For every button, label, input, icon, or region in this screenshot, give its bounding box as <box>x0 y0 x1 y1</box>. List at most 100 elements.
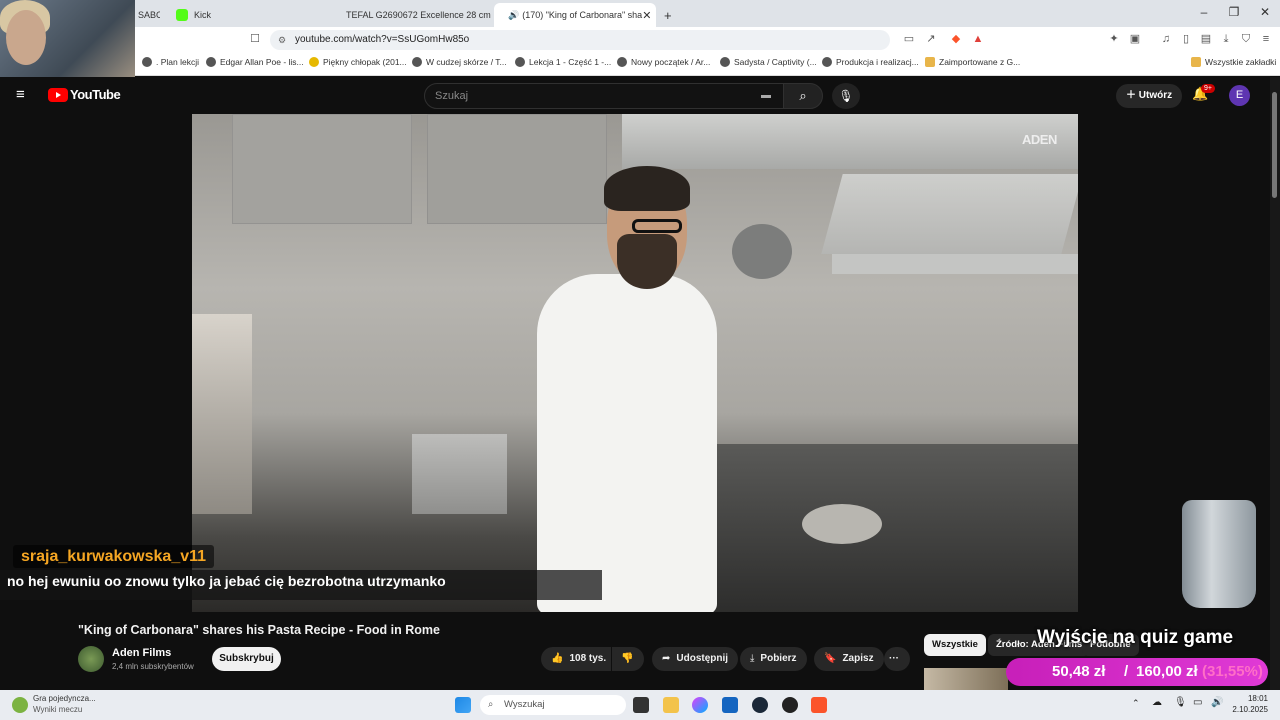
dislike-button[interactable]: 👎 <box>612 647 644 671</box>
bookmark-item[interactable]: Produkcja i realizacj... <box>822 57 919 67</box>
bookmark-item[interactable]: W cudzej skórze / T... <box>412 57 507 67</box>
glass-overlay-image <box>1182 500 1256 608</box>
voice-search-button[interactable]: 🎙 <box>832 83 860 109</box>
task-view-icon[interactable] <box>633 697 649 713</box>
volume-icon[interactable]: 🔊 <box>1211 697 1223 708</box>
like-button[interactable]: 👍 108 tys. <box>541 647 611 671</box>
folder-icon <box>925 57 935 67</box>
chef-glasses <box>632 219 682 233</box>
tab-label: SABC <box>138 10 160 20</box>
media-icon[interactable]: ♫ <box>1159 32 1173 46</box>
url-field[interactable]: ⚙ youtube.com/watch?v=SsUGomHw85o <box>270 30 890 50</box>
download-icon: ⤓ <box>750 653 755 664</box>
search-icon: ⌕ <box>488 699 494 710</box>
share-icon[interactable]: ↗ <box>924 32 938 46</box>
bookmark-item[interactable]: Edgar Allan Poe - lis... <box>206 57 304 67</box>
globe-icon <box>822 57 832 67</box>
file-explorer-icon[interactable] <box>663 697 679 713</box>
channel-watermark[interactable]: ADEN <box>1022 132 1057 147</box>
youtube-logo[interactable]: YouTube <box>48 87 121 102</box>
minimize-button[interactable]: – <box>1189 5 1219 19</box>
create-button[interactable]: ＋ Utwórz <box>1116 84 1183 108</box>
search-icon: ⌕ <box>799 88 807 103</box>
speaker-icon: 🔊 <box>508 9 520 20</box>
taskbar-date[interactable]: 2.10.2025 <box>1226 705 1268 714</box>
chat-message: no hej ewuniu oo znowu tylko ja jebać ci… <box>0 570 602 600</box>
extensions-icon[interactable]: ✦ <box>1107 32 1121 46</box>
close-tab-icon[interactable]: ✕ <box>642 9 651 22</box>
sidepanel-icon[interactable]: ▣ <box>1128 32 1142 46</box>
bookmark-label: Edgar Allan Poe - lis... <box>220 57 304 67</box>
globe-icon <box>617 57 627 67</box>
taskbar-search-input[interactable]: ⌕ Wyszukaj <box>480 695 626 715</box>
bookmark-item[interactable]: Lekcja 1 - Część 1 -... <box>515 57 611 67</box>
taskbar-clock[interactable]: 18:01 <box>1232 694 1268 703</box>
app-icon[interactable] <box>782 697 798 713</box>
chef-beard <box>617 234 677 289</box>
kitchen-hood <box>622 114 1078 169</box>
vpn-icon[interactable]: ⛉ <box>1239 32 1253 46</box>
save-label: Zapisz <box>842 653 874 664</box>
scrollbar-thumb[interactable] <box>1272 92 1277 198</box>
bookmark-item[interactable]: Nowy początek / Ar... <box>617 57 710 67</box>
download-icon[interactable]: ⤓ <box>1219 32 1233 46</box>
browser-tab-tefal[interactable]: TEFAL G2690672 Excellence 28 cm Be <box>332 3 492 27</box>
maximize-button[interactable]: ❐ <box>1219 5 1249 19</box>
sidebar-icon[interactable]: ▯ <box>1179 32 1193 46</box>
avatar[interactable]: E <box>1229 85 1250 106</box>
hamburger-menu-icon[interactable]: ≡ <box>16 86 25 103</box>
wallet-icon[interactable]: ▤ <box>1199 32 1213 46</box>
search-button[interactable]: ⌕ <box>783 83 823 109</box>
bookmark-icon[interactable]: ☐ <box>248 32 262 46</box>
cast-icon[interactable]: ▭ <box>902 32 916 46</box>
search-input[interactable]: Szukaj ▬ <box>424 83 784 109</box>
steam-icon[interactable] <box>752 697 768 713</box>
channel-name[interactable]: Aden Films <box>112 647 171 659</box>
share-button[interactable]: ➦ Udostępnij <box>652 647 739 671</box>
bookmark-item[interactable]: Piękny chłopak (201... <box>309 57 407 67</box>
browser-tab-kick[interactable]: Kick <box>168 3 328 27</box>
save-button[interactable]: 🔖 Zapisz <box>814 647 884 671</box>
more-actions-button[interactable]: ··· <box>884 647 910 671</box>
filter-chip-all[interactable]: Wszystkie <box>924 634 986 656</box>
brave-rewards-icon[interactable]: ▲ <box>971 32 985 46</box>
game-widget-icon[interactable] <box>12 697 28 713</box>
browser-tab-youtube[interactable]: 🔊 (170) "King of Carbonara" sha ✕ <box>494 3 656 27</box>
download-button[interactable]: ⤓ Pobierz <box>740 647 807 671</box>
close-window-button[interactable]: ✕ <box>1250 5 1280 19</box>
notification-badge: 9+ <box>1201 84 1215 93</box>
store-icon[interactable] <box>722 697 738 713</box>
new-tab-button[interactable]: + <box>660 3 680 27</box>
site-info-icon[interactable]: ⚙ <box>278 30 286 50</box>
subscribe-button[interactable]: Subskrybuj <box>212 647 281 671</box>
widget-title[interactable]: Gra pojedyncza... <box>33 694 96 703</box>
search-placeholder: Szukaj <box>435 90 469 102</box>
onedrive-icon[interactable]: ☁ <box>1152 697 1162 708</box>
video-player[interactable]: ADEN <box>192 114 1078 612</box>
price-current: 50,48 zł <box>1052 663 1106 680</box>
copilot-icon[interactable] <box>692 697 708 713</box>
thumbs-down-icon: 👎 <box>621 653 634 664</box>
bookmark-item[interactable]: . Plan lekcji <box>142 57 199 67</box>
thumbs-up-icon: 👍 <box>551 653 564 664</box>
cabinet <box>232 114 412 224</box>
bookmark-folder[interactable]: Zaimportowane z G... <box>925 57 1020 67</box>
recommended-video-thumbnail[interactable] <box>924 668 1008 690</box>
globe-icon <box>515 57 525 67</box>
microphone-tray-icon[interactable]: 🎙 <box>1174 697 1187 708</box>
globe-icon <box>720 57 730 67</box>
tab-label: TEFAL G2690672 Excellence 28 cm Be <box>346 10 492 20</box>
sink <box>412 434 507 514</box>
channel-avatar[interactable] <box>78 646 104 672</box>
brave-browser-icon[interactable] <box>811 697 827 713</box>
all-bookmarks-folder[interactable]: Wszystkie zakładki <box>1191 57 1276 67</box>
keyboard-icon[interactable]: ▬ <box>761 84 771 108</box>
bookmark-label: W cudzej skórze / T... <box>426 57 507 67</box>
brave-shields-icon[interactable]: ◆ <box>949 32 963 46</box>
bookmark-item[interactable]: Sadysta / Captivity (... <box>720 57 817 67</box>
bookmark-label: . Plan lekcji <box>156 57 199 67</box>
tray-chevron-icon[interactable]: ⌃ <box>1132 698 1140 709</box>
menu-icon[interactable]: ≡ <box>1259 32 1273 46</box>
windows-start-icon[interactable] <box>455 697 471 713</box>
network-icon[interactable]: ▭ <box>1193 697 1202 708</box>
